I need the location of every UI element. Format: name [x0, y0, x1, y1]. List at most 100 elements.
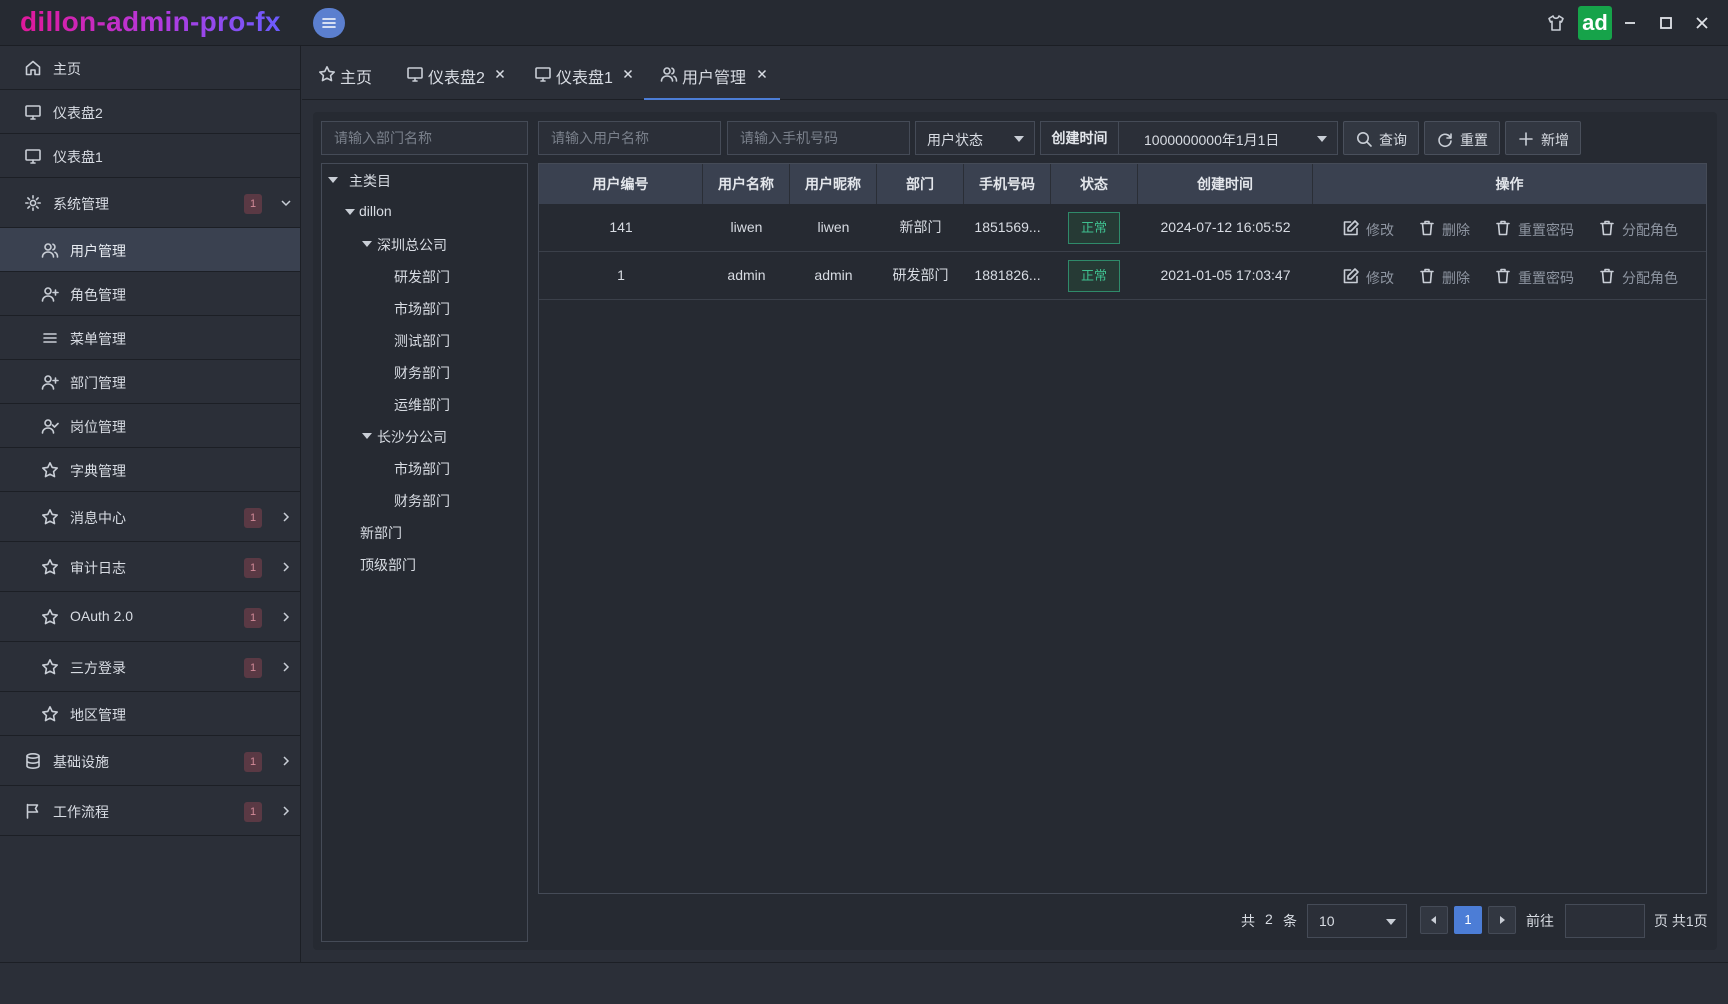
- assign-role-button[interactable]: 分配角色: [1598, 267, 1682, 287]
- tab-home[interactable]: 主页: [316, 46, 394, 100]
- minimize-icon: [1625, 22, 1635, 24]
- add-button-label: 新增: [1541, 132, 1569, 148]
- sidebar-item-label: 仪表盘2: [53, 105, 103, 121]
- tab-user-management[interactable]: 用户管理: [644, 46, 780, 100]
- sidebar-item-roles[interactable]: 角色管理: [0, 272, 300, 316]
- column-header[interactable]: 状态: [1051, 164, 1138, 204]
- reset-button[interactable]: 重置: [1424, 121, 1500, 155]
- next-page-button[interactable]: [1488, 906, 1516, 934]
- table-row[interactable]: 141 liwen liwen 新部门 1851569... 正常 2024-0…: [539, 204, 1706, 252]
- avatar[interactable]: ad: [1578, 6, 1612, 40]
- column-header[interactable]: 手机号码: [964, 164, 1051, 204]
- tree-node-sz-market[interactable]: 市场部门: [394, 299, 450, 319]
- sidebar-item-menus[interactable]: 菜单管理: [0, 316, 300, 360]
- tree-node-sz-test[interactable]: 测试部门: [394, 331, 450, 351]
- sidebar-item-regions[interactable]: 地区管理: [0, 692, 300, 736]
- add-button[interactable]: 新增: [1505, 121, 1581, 155]
- sidebar-item-label: 消息中心: [70, 510, 126, 526]
- hamburger-icon: [322, 18, 336, 28]
- tree-node-label: 主类目: [349, 173, 391, 189]
- sidebar-item-dict[interactable]: 字典管理: [0, 448, 300, 492]
- column-header[interactable]: 用户编号: [539, 164, 703, 204]
- goto-page-input[interactable]: [1566, 905, 1644, 937]
- query-button[interactable]: 查询: [1343, 121, 1419, 155]
- delete-button[interactable]: 删除: [1418, 219, 1474, 239]
- sidebar-item-messages[interactable]: 消息中心 1: [0, 492, 300, 542]
- sidebar-item-label: 岗位管理: [70, 419, 126, 435]
- sidebar-item-label: 基础设施: [53, 754, 109, 770]
- chevron-right-icon: [283, 612, 290, 622]
- sidebar-item-audit[interactable]: 审计日志 1: [0, 542, 300, 592]
- tree-node-sz-finance[interactable]: 财务部门: [394, 363, 450, 383]
- dept-search-input[interactable]: [322, 122, 527, 154]
- sidebar-item-home[interactable]: 主页: [0, 46, 300, 90]
- page-button-current[interactable]: 1: [1454, 906, 1482, 934]
- sidebar-item-dashboard2[interactable]: 仪表盘2: [0, 90, 300, 134]
- tree-node-sz-rd[interactable]: 研发部门: [394, 267, 450, 287]
- edit-button[interactable]: 修改: [1342, 267, 1398, 287]
- column-header[interactable]: 用户名称: [703, 164, 790, 204]
- close-icon: [1696, 17, 1708, 29]
- edit-button[interactable]: 修改: [1342, 219, 1398, 239]
- reset-password-label: 重置密码: [1518, 270, 1574, 286]
- expand-arrow-icon[interactable]: [345, 209, 355, 215]
- column-header[interactable]: 用户昵称: [790, 164, 877, 204]
- tree-node-sz-ops[interactable]: 运维部门: [394, 395, 450, 415]
- reset-password-button[interactable]: 重置密码: [1494, 267, 1578, 287]
- close-tab-icon[interactable]: [494, 68, 506, 80]
- created-date-picker[interactable]: 创建时间 1000000000年1月1日: [1040, 121, 1338, 155]
- expand-arrow-icon[interactable]: [328, 177, 338, 183]
- tree-node-new-dept[interactable]: 新部门: [360, 523, 402, 543]
- page-size-select[interactable]: 10: [1307, 904, 1407, 938]
- maximize-button[interactable]: [1651, 8, 1681, 38]
- table-row[interactable]: 1 admin admin 研发部门 1881826... 正常 2021-01…: [539, 252, 1706, 300]
- plus-icon: [1519, 132, 1533, 146]
- sidebar-item-infra[interactable]: 基础设施 1: [0, 736, 300, 786]
- column-header: 操作: [1495, 176, 1524, 192]
- prev-page-button[interactable]: [1420, 906, 1448, 934]
- assign-role-button[interactable]: 分配角色: [1598, 219, 1682, 239]
- expand-arrow-icon[interactable]: [362, 241, 372, 247]
- assign-role-label: 分配角色: [1622, 270, 1678, 286]
- expand-arrow-icon[interactable]: [362, 433, 372, 439]
- status-select[interactable]: 用户状态: [915, 121, 1035, 155]
- phone-input[interactable]: [728, 122, 909, 154]
- tree-node-top-dept[interactable]: 顶级部门: [360, 555, 416, 575]
- delete-button[interactable]: 删除: [1418, 267, 1474, 287]
- menu-toggle-button[interactable]: [313, 8, 345, 38]
- tree-node-label: 长沙分公司: [377, 429, 447, 445]
- minimize-button[interactable]: [1615, 8, 1645, 38]
- sidebar-item-social-login[interactable]: 三方登录 1: [0, 642, 300, 692]
- close-tab-icon[interactable]: [622, 68, 634, 80]
- tab-dashboard1[interactable]: 仪表盘1: [532, 46, 646, 100]
- tree-node-cs-finance[interactable]: 财务部门: [394, 491, 450, 511]
- sidebar-item-label: 部门管理: [70, 375, 126, 391]
- reset-password-button[interactable]: 重置密码: [1494, 219, 1578, 239]
- dept-tree: 主类目 dillon 深圳总公司 研发部门 市场部门 测试部门 财务部门 运维部…: [321, 163, 528, 942]
- star-icon: [319, 66, 335, 82]
- sidebar-item-posts[interactable]: 岗位管理: [0, 404, 300, 448]
- edit-label: 修改: [1366, 270, 1394, 286]
- close-window-button[interactable]: [1687, 8, 1717, 38]
- sidebar-item-dashboard1[interactable]: 仪表盘1: [0, 134, 300, 178]
- column-header[interactable]: 创建时间: [1138, 164, 1313, 204]
- username-input[interactable]: [539, 122, 720, 154]
- sidebar-item-label: OAuth 2.0: [70, 608, 134, 624]
- theme-button[interactable]: [1541, 8, 1571, 38]
- close-tab-icon[interactable]: [756, 68, 768, 80]
- status-bar: [0, 962, 1728, 1004]
- cell-nickname: liwen: [817, 219, 850, 235]
- tab-dashboard2[interactable]: 仪表盘2: [404, 46, 518, 100]
- sidebar-item-depts[interactable]: 部门管理: [0, 360, 300, 404]
- sidebar-item-oauth[interactable]: OAuth 2.0 1: [0, 592, 300, 642]
- tree-node-cs-market[interactable]: 市场部门: [394, 459, 450, 479]
- sidebar-item-users[interactable]: 用户管理: [0, 228, 300, 272]
- chevron-right-icon: [283, 806, 290, 816]
- column-header[interactable]: 部门: [877, 164, 964, 204]
- username-input-wrap: [538, 121, 721, 155]
- sidebar-item-system[interactable]: 系统管理 1: [0, 178, 300, 228]
- page-count-label: 页 共1页: [1654, 913, 1708, 929]
- sidebar-item-workflow[interactable]: 工作流程 1: [0, 786, 300, 836]
- star-icon: [42, 706, 58, 722]
- cell-username: admin: [727, 267, 766, 283]
